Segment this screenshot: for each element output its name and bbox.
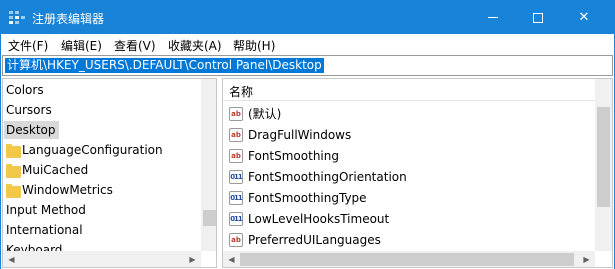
column-header[interactable]: 名称 (223, 79, 595, 101)
scroll-left-arrow-icon[interactable]: ◀ (3, 251, 20, 267)
address-path[interactable]: 计算机\HKEY_USERS\.DEFAULT\Control Panel\De… (5, 58, 324, 73)
value-name: PreferredUILanguages (248, 233, 381, 247)
scroll-right-arrow-icon[interactable]: ▶ (184, 251, 201, 267)
scroll-left-arrow-icon[interactable]: ◀ (223, 251, 240, 267)
folder-icon (6, 184, 21, 198)
tree-item-muicached[interactable]: MuiCached (22, 161, 88, 179)
value-name: DragFullWindows (248, 128, 352, 142)
menu-favorites[interactable]: 收藏夹(A) (168, 37, 222, 54)
menu-view[interactable]: 查看(V) (114, 37, 156, 54)
string-value-icon: ab (229, 233, 243, 247)
value-name: FontSmoothingOrientation (248, 170, 407, 184)
folder-icon (6, 144, 21, 158)
tree-vertical-scrollbar[interactable] (201, 79, 216, 251)
tree-item-international[interactable]: International (6, 221, 83, 239)
registry-editor-icon (9, 11, 25, 24)
tree-item-desktop[interactable]: Desktop (4, 121, 59, 139)
value-name: FontSmoothing (248, 149, 339, 163)
binary-value-icon: 011 (229, 170, 243, 184)
address-bar[interactable]: 计算机\HKEY_USERS\.DEFAULT\Control Panel\De… (2, 55, 613, 76)
scrollbar-thumb[interactable] (203, 210, 216, 226)
tree-item-colors[interactable]: Colors (6, 81, 44, 99)
value-name: FontSmoothingType (248, 191, 367, 205)
tree-horizontal-scrollbar[interactable]: ◀ ▶ (3, 251, 201, 267)
menu-edit[interactable]: 编辑(E) (61, 37, 102, 54)
folder-icon (6, 164, 21, 178)
registry-editor-window: 注册表编辑器 ✕ 文件(F) 编辑(E) 查看(V) 收藏夹(A) 帮助(H) … (0, 0, 615, 269)
maximize-button[interactable] (515, 1, 561, 34)
tree-item-windowmetrics[interactable]: WindowMetrics (22, 181, 113, 199)
string-value-icon: ab (229, 128, 243, 142)
close-button[interactable]: ✕ (561, 1, 607, 34)
scrollbar-thumb[interactable] (597, 107, 610, 207)
string-value-icon: ab (229, 107, 243, 121)
binary-value-icon: 011 (229, 191, 243, 205)
values-vertical-scrollbar[interactable] (595, 79, 612, 251)
string-value-icon: ab (229, 149, 243, 163)
column-name-header[interactable]: 名称 (229, 83, 253, 100)
maximize-icon (533, 12, 543, 23)
menu-file[interactable]: 文件(F) (8, 37, 48, 54)
key-tree-pane[interactable]: Colors Cursors Desktop LanguageConfigura… (2, 78, 217, 268)
tree-item-input-method[interactable]: Input Method (6, 201, 86, 219)
tree-item-languageconfiguration[interactable]: LanguageConfiguration (22, 141, 163, 159)
values-horizontal-scrollbar[interactable]: ◀ ▶ (223, 251, 595, 267)
value-name: (默认) (248, 107, 282, 121)
value-name: LowLevelHooksTimeout (248, 212, 390, 226)
window-title: 注册表编辑器 (32, 12, 105, 26)
tree-item-cursors[interactable]: Cursors (6, 101, 52, 119)
close-icon: ✕ (578, 10, 590, 25)
scroll-right-arrow-icon[interactable]: ▶ (578, 251, 595, 267)
minimize-button[interactable] (470, 1, 516, 34)
title-bar[interactable]: 注册表编辑器 ✕ (1, 1, 614, 34)
binary-value-icon: 011 (229, 212, 243, 226)
menu-bar: 文件(F) 编辑(E) 查看(V) 收藏夹(A) 帮助(H) (1, 34, 614, 55)
scrollbar-thumb[interactable] (240, 253, 574, 266)
menu-help[interactable]: 帮助(H) (233, 37, 275, 54)
minimize-icon (488, 17, 498, 18)
values-pane[interactable]: 名称 ab (默认) ab DragFullWindows ab FontSmo… (222, 78, 613, 268)
